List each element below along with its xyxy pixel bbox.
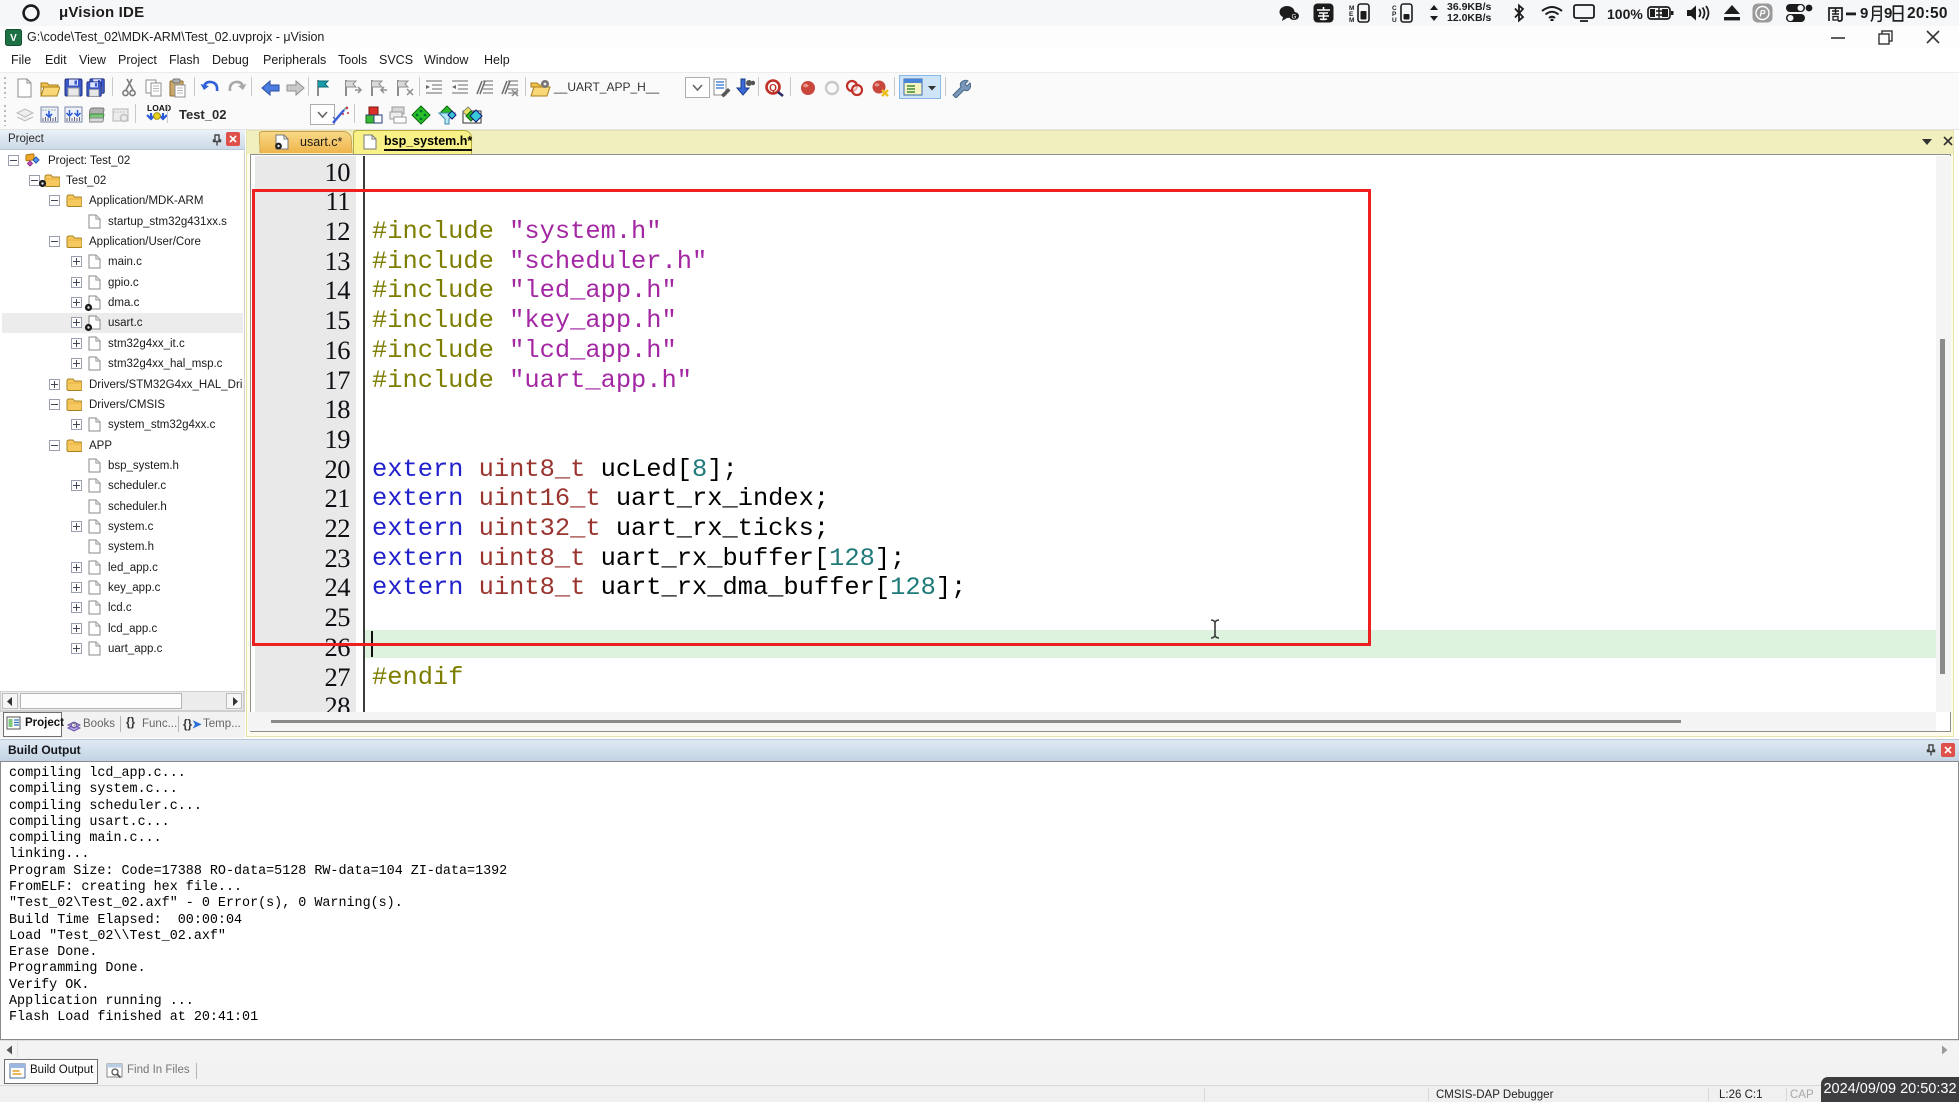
- svg-text:U: U: [1392, 17, 1397, 23]
- svg-text:P: P: [1759, 9, 1766, 19]
- svg-text:Q: Q: [769, 83, 777, 94]
- svg-text:G: G: [1292, 15, 1297, 21]
- svg-text:M: M: [1349, 17, 1354, 23]
- svg-text:V: V: [10, 33, 17, 44]
